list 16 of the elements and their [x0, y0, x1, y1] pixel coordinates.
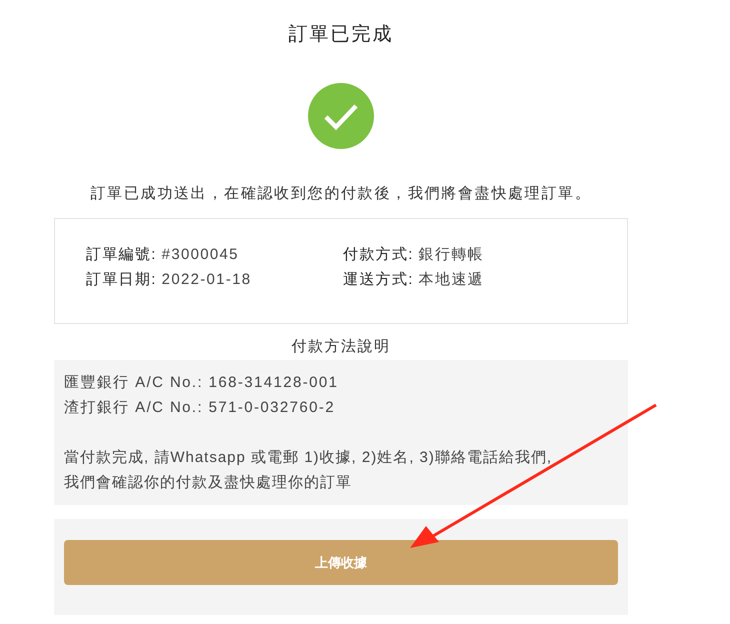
bank-account-text: 渣打銀行 A/C No.: 571-0-032760-2	[64, 398, 335, 418]
info-label: 付款方式:	[343, 245, 414, 266]
info-label: 訂單日期:	[86, 270, 157, 290]
upload-receipt-button[interactable]: 上傳收據	[64, 540, 618, 585]
info-label: 訂單編號:	[86, 245, 157, 266]
bank-account-text: 匯豐銀行 A/C No.: 168-314128-001	[64, 373, 338, 393]
info-value: #3000045	[162, 245, 239, 266]
page-title: 訂單已完成	[288, 23, 394, 47]
info-value: 2022-01-18	[162, 270, 252, 290]
confirmation-message: 訂單已成功送出，在確認收到您的付款後，我們將會盡快處理訂單。	[90, 184, 592, 204]
check-circle-icon	[308, 83, 374, 149]
info-label: 運送方式:	[343, 270, 414, 290]
info-value: 本地速遞	[418, 270, 484, 290]
info-value: 銀行轉帳	[418, 245, 484, 266]
instructions-text: 當付款完成, 請Whatsapp 或電郵 1)收據, 2)姓名, 3)聯絡電話給我們, 我們會確認你的付款及盡快處理你的訂單	[64, 448, 554, 493]
section-heading: 付款方法說明	[292, 337, 390, 357]
